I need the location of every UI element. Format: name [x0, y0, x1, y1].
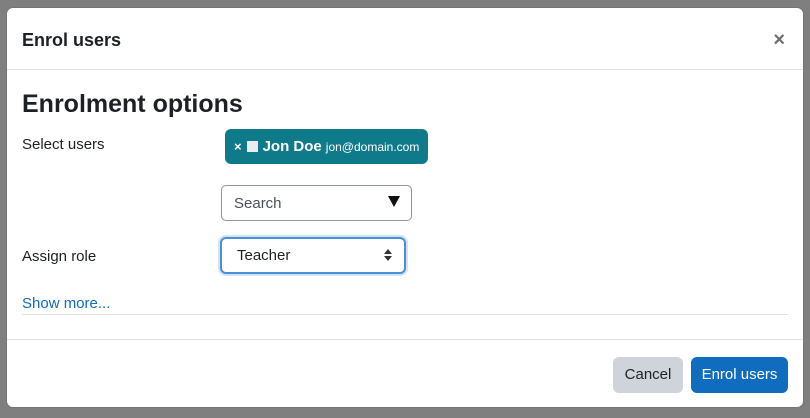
selected-user-chip[interactable]: × Jon Doe jon@domain.com: [225, 129, 428, 164]
selected-user-email: jon@domain.com: [325, 139, 420, 154]
dropdown-arrow-icon[interactable]: [388, 196, 400, 207]
divider: [22, 314, 788, 315]
select-caret-icon: [384, 248, 392, 262]
role-selected-value: Teacher: [237, 247, 291, 264]
enrol-users-dialog: Enrol users × Enrolment options Select u…: [7, 8, 803, 407]
show-more-link[interactable]: Show more...: [22, 295, 110, 312]
dialog-header: Enrol users ×: [7, 8, 803, 70]
selected-user-name: Jon Doe: [262, 138, 322, 155]
dialog-footer: Cancel Enrol users: [7, 339, 803, 407]
assign-role-select[interactable]: Teacher: [220, 237, 406, 274]
dialog-title: Enrol users: [22, 30, 122, 50]
section-title: Enrolment options: [22, 90, 243, 118]
search-placeholder: Search: [234, 195, 282, 212]
select-users-label: Select users: [22, 136, 105, 153]
remove-user-icon[interactable]: ×: [234, 139, 242, 154]
user-avatar: [246, 141, 258, 152]
cancel-button[interactable]: Cancel: [613, 357, 683, 393]
user-search-input[interactable]: Search: [221, 185, 412, 221]
close-icon[interactable]: ×: [773, 30, 785, 50]
assign-role-label: Assign role: [22, 248, 97, 265]
enrol-users-button[interactable]: Enrol users: [691, 357, 788, 393]
